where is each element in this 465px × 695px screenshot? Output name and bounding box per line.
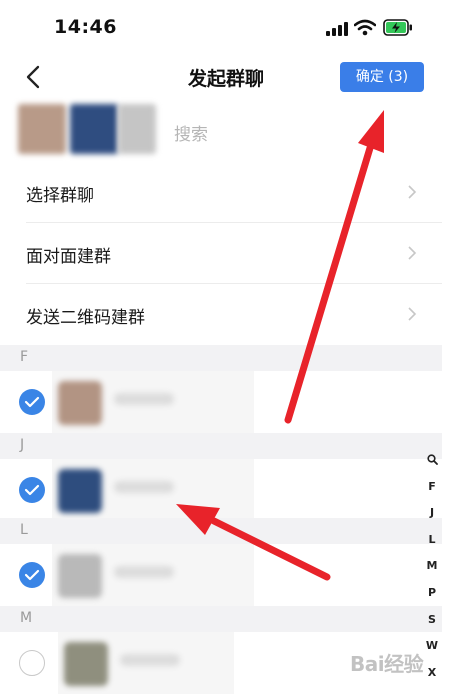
section-header-m: M [0,606,442,632]
chevron-right-icon [408,246,417,260]
selected-avatar [70,104,118,154]
index-letter[interactable]: X [422,666,442,679]
nav-bar: 发起群聊 确定 (3) [0,54,442,100]
index-letter[interactable]: F [422,480,442,493]
menu-item-select-group[interactable]: 选择群聊 [0,162,442,223]
contact-row[interactable] [0,544,442,606]
cellular-signal-icon [326,22,348,36]
checked-checkbox[interactable] [19,477,45,503]
contact-row[interactable] [0,371,442,433]
selected-avatar [18,104,66,154]
section-letter: F [20,349,29,365]
blurred-contact [52,371,254,433]
avatar [64,642,108,686]
background-margin [442,0,465,695]
contact-name-redacted [120,654,180,666]
avatar [58,469,102,513]
blurred-contact [58,632,234,694]
blurred-contact [52,544,254,606]
watermark: Bai经验 [350,652,424,676]
unchecked-checkbox[interactable] [19,650,45,676]
selected-avatar [118,104,156,154]
checkmark-icon [24,396,40,408]
search-icon[interactable] [427,454,438,465]
menu-item-qr-code[interactable]: 发送二维码建群 [0,284,442,345]
index-letter[interactable]: S [422,613,442,626]
contact-name-redacted [114,393,174,405]
contact-row[interactable] [0,459,442,521]
checkmark-icon [24,484,40,496]
checked-checkbox[interactable] [19,389,45,415]
index-letter[interactable]: P [422,586,442,599]
screen: 14:46 发起群聊 确定 (3) 搜索 选择群聊 面对面建群 发送二维码建群 … [0,0,442,695]
search-input[interactable]: 搜索 [174,120,208,145]
menu-item-label: 面对面建群 [26,247,111,267]
index-letter[interactable]: J [422,506,442,519]
status-bar: 14:46 [0,0,442,54]
section-letter: M [20,610,33,626]
section-letter: L [20,522,28,538]
chevron-right-icon [408,185,417,199]
section-header-j: J [0,433,442,459]
blurred-contact [52,459,254,521]
menu-item-face-to-face[interactable]: 面对面建群 [0,223,442,284]
checked-checkbox[interactable] [19,562,45,588]
section-header-l: L [0,518,442,544]
alphabet-index[interactable]: F J L M P S W X [422,452,442,692]
contact-name-redacted [114,566,174,578]
menu-item-label: 选择群聊 [26,186,94,206]
avatar [58,381,102,425]
menu-item-label: 发送二维码建群 [26,308,145,328]
avatar [58,554,102,598]
checkmark-icon [24,569,40,581]
wifi-icon [354,19,376,36]
chevron-right-icon [408,307,417,321]
index-letter[interactable]: W [422,639,442,652]
index-letter[interactable]: M [422,559,442,572]
search-row[interactable]: 搜索 [0,100,442,162]
section-header-f: F [0,345,442,371]
section-letter: J [20,437,25,453]
battery-charging-icon [383,19,412,36]
index-letter[interactable]: L [422,533,442,546]
contact-name-redacted [114,481,174,493]
confirm-button[interactable]: 确定 (3) [340,62,424,92]
status-time: 14:46 [54,16,117,38]
